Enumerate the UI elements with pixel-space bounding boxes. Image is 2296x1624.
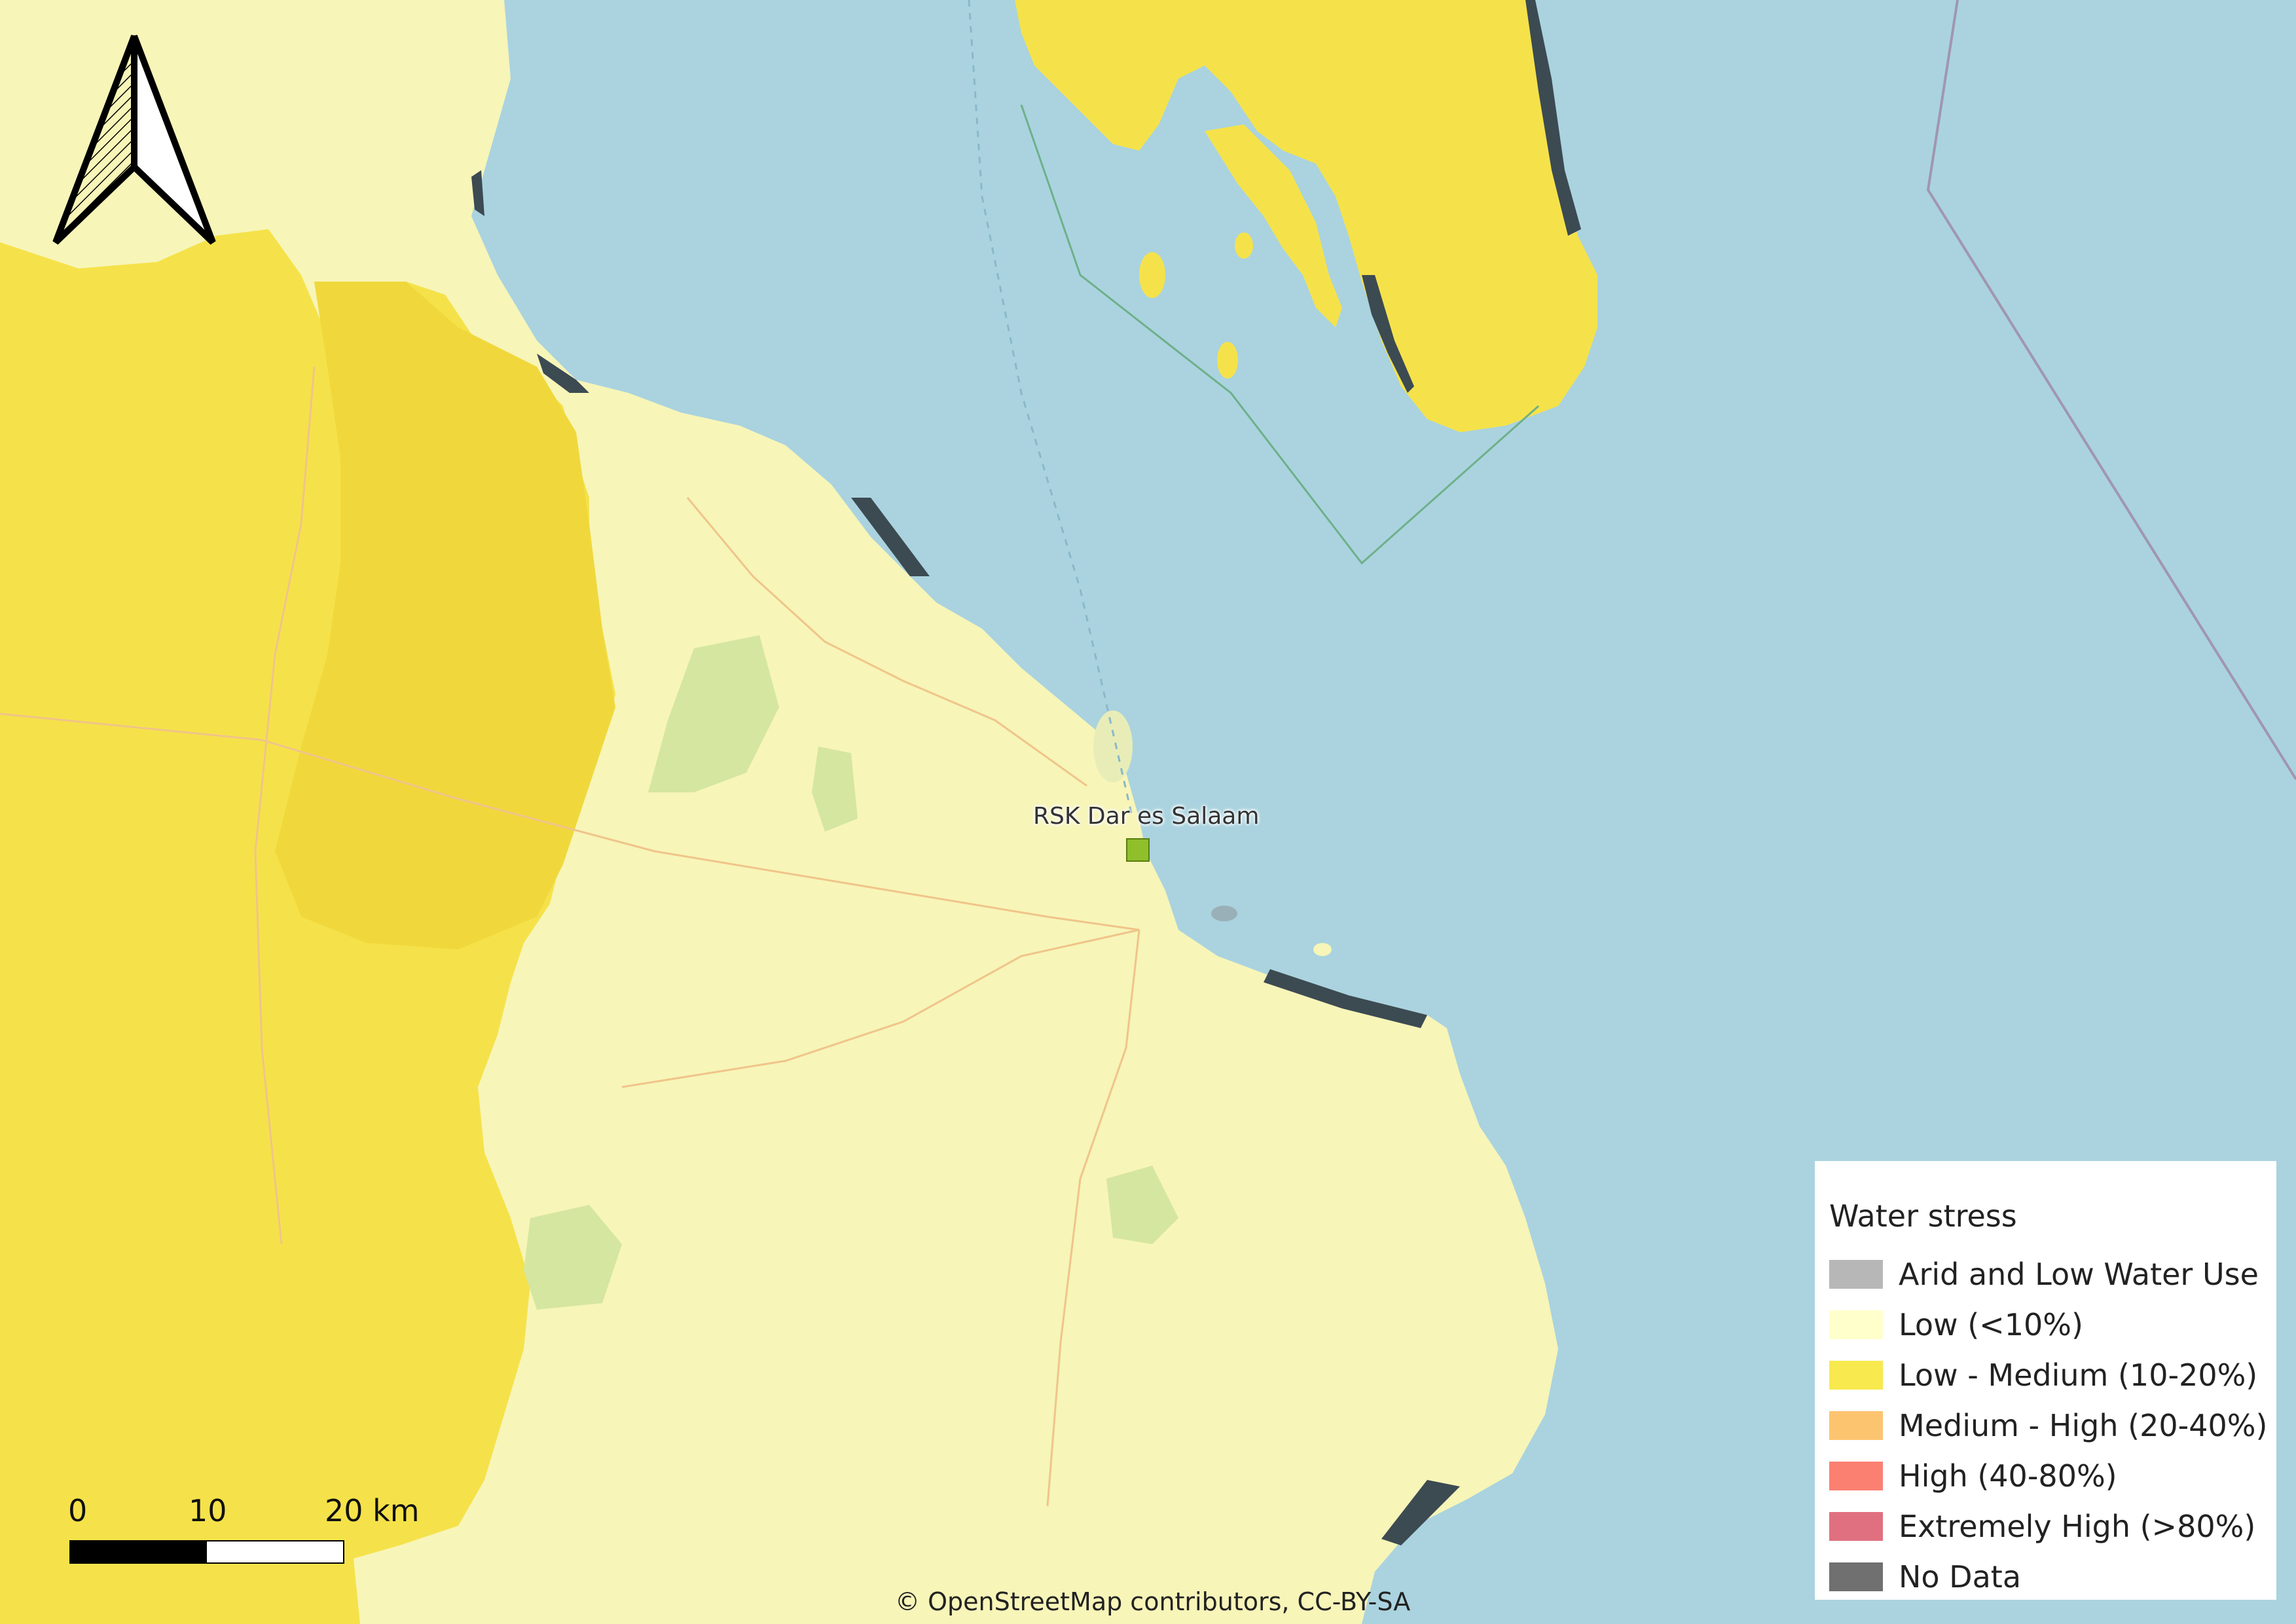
scale-segment-black — [69, 1540, 206, 1564]
scale-label-0: 0 — [68, 1493, 88, 1528]
legend-item: Arid and Low Water Use — [1829, 1249, 2276, 1299]
legend-label: Extremely High (>80%) — [1899, 1508, 2256, 1544]
legend: Water stress Arid and Low Water Use Low (… — [1815, 1161, 2276, 1600]
legend-swatch — [1829, 1511, 1883, 1541]
island — [1093, 710, 1133, 783]
legend-swatch — [1829, 1562, 1883, 1591]
legend-label: Arid and Low Water Use — [1899, 1256, 2259, 1292]
attribution: © OpenStreetMap contributors, CC-BY-SA — [895, 1587, 1411, 1616]
legend-item: Low (<10%) — [1829, 1299, 2276, 1350]
island — [1313, 943, 1332, 956]
island — [1211, 906, 1237, 921]
legend-label: Low - Medium (10-20%) — [1899, 1357, 2258, 1393]
legend-item: No Data — [1829, 1551, 2276, 1602]
legend-item: Low - Medium (10-20%) — [1829, 1350, 2276, 1400]
legend-items: Arid and Low Water Use Low (<10%) Low - Me… — [1829, 1249, 2276, 1602]
scale-bar: 0 10 20 km — [68, 1493, 420, 1578]
legend-swatch — [1829, 1461, 1883, 1490]
scale-label-10: 10 — [189, 1493, 227, 1528]
legend-item: High (40-80%) — [1829, 1450, 2276, 1501]
legend-label: High (40-80%) — [1899, 1458, 2117, 1494]
scale-label-20: 20 km — [325, 1493, 420, 1528]
north-arrow-icon — [52, 35, 216, 245]
island — [1235, 232, 1253, 259]
island — [1139, 252, 1165, 298]
site-marker[interactable] — [1126, 838, 1150, 862]
island — [1217, 342, 1238, 378]
legend-label: Low (<10%) — [1899, 1306, 2083, 1342]
site-label: RSK Dar es Salaam — [1033, 803, 1260, 830]
legend-item: Medium - High (20-40%) — [1829, 1400, 2276, 1450]
legend-swatch — [1829, 1259, 1883, 1289]
legend-label: Medium - High (20-40%) — [1899, 1407, 2268, 1443]
scale-segment-white — [206, 1540, 344, 1564]
legend-title: Water stress — [1829, 1198, 2017, 1234]
legend-item: Extremely High (>80%) — [1829, 1501, 2276, 1551]
legend-label: No Data — [1899, 1559, 2022, 1595]
legend-swatch — [1829, 1310, 1883, 1339]
legend-swatch — [1829, 1411, 1883, 1440]
legend-swatch — [1829, 1360, 1883, 1390]
